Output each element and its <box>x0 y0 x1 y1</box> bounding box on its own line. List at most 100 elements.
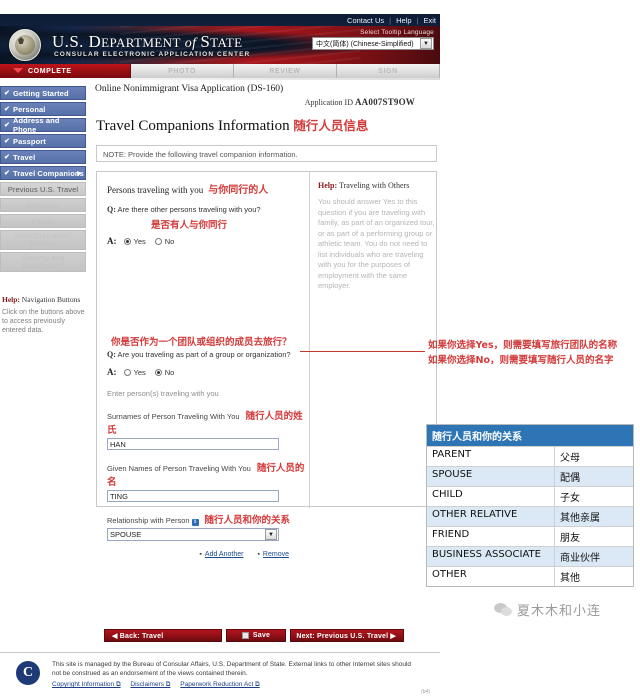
back-button[interactable]: ◀ Back: Travel <box>104 629 222 642</box>
caret-down-icon <box>13 68 23 73</box>
table-row: BUSINESS ASSOCIATE 商业伙伴 <box>427 546 633 566</box>
tab-complete[interactable]: COMPLETE <box>0 64 131 78</box>
sidebar-item-personal[interactable]: ✔ Personal <box>0 102 86 116</box>
relationship-en: OTHER <box>427 567 555 586</box>
next-button[interactable]: Next: Previous U.S. Travel ▶ <box>290 629 404 642</box>
progress-tabs: COMPLETE PHOTO REVIEW SIGN <box>0 64 440 78</box>
help-title: Help: Traveling with Others <box>318 181 436 191</box>
relationship-cn: 父母 <box>560 453 580 464</box>
add-another-group[interactable]: ▪ Add Another <box>199 551 243 558</box>
paperwork-reduction-act-link[interactable]: Paperwork Reduction Act ⧉ <box>180 681 259 688</box>
check-icon: ✔ <box>4 154 10 161</box>
tab-review-label: REVIEW <box>269 67 301 75</box>
table-row: FRIEND 朋友 <box>427 526 633 546</box>
table-row: OTHER 其他 <box>427 566 633 586</box>
remove-link[interactable]: Remove <box>263 551 289 558</box>
wechat-watermark: 夏木木和小连 <box>494 600 601 619</box>
sidebar-item-passport[interactable]: ✔ Passport <box>0 134 86 148</box>
sidebar-nav: ✔ Getting Started ✔ Personal ✔ Address a… <box>0 86 88 274</box>
enter-persons-hint: Enter person(s) traveling with you <box>107 389 219 398</box>
radio-yes-q1[interactable] <box>123 237 131 245</box>
chevron-down-icon[interactable]: ▼ <box>265 529 277 540</box>
given-names-label-en: Given Names of Person Traveling With You <box>107 464 251 473</box>
bullet-icon: ▪ <box>257 551 260 558</box>
sidebar-help-title: Help: Navigation Buttons <box>2 295 88 304</box>
radio-no-q1-label: No <box>164 236 175 246</box>
language-selected-value: 中文(简体) (Chinese-Simplified) <box>316 40 414 48</box>
given-names-input[interactable]: TING <box>107 490 279 502</box>
wechat-account-name: 夏木木和小连 <box>517 604 602 619</box>
surname-input[interactable]: HAN <box>107 438 279 450</box>
answer-1-row: A: Yes No <box>107 236 309 246</box>
surname-input-value: HAN <box>110 439 126 449</box>
disclaimers-link[interactable]: Disclaimers ⧉ <box>130 681 170 688</box>
form-help-column: Help: Traveling with Others You should a… <box>311 172 444 292</box>
sidebar-item-label: Getting Started <box>12 88 69 98</box>
radio-no-q1[interactable] <box>154 237 162 245</box>
sidebar-item-label: Additional <box>26 200 60 210</box>
browser-page: Contact Us | Help | Exit U.S. DEPARTMENT… <box>0 14 440 700</box>
application-id-value: AA007ST9OW <box>354 97 415 107</box>
form-column-divider <box>309 172 310 508</box>
radio-yes-q1-label: Yes <box>133 236 146 246</box>
save-button[interactable]: Save <box>226 629 286 642</box>
contact-us-link[interactable]: Contact Us <box>347 16 384 25</box>
relationship-table-header: 随行人员和你的关系 <box>427 425 633 446</box>
consular-affairs-seal-icon: C <box>16 661 40 685</box>
add-remove-row: ▪ Add Another ▪ Remove <box>107 551 289 558</box>
radio-yes-q2-label: Yes <box>133 367 146 377</box>
footer-text: This site is managed by the Bureau of Co… <box>52 661 412 677</box>
tab-photo[interactable]: PHOTO <box>131 64 234 78</box>
sidebar-item-label: Address and Phone <box>12 116 60 134</box>
section-label-cn-annotation: 与你同行的人 <box>208 185 269 196</box>
exit-link[interactable]: Exit <box>423 16 436 25</box>
help-link[interactable]: Help <box>396 16 411 25</box>
sidebar-help-title-prefix: Help: <box>2 295 20 304</box>
sidebar-item-address-and-phone[interactable]: ✔ Address and Phone <box>0 116 86 134</box>
sidebar-item-travel-companions[interactable]: ✔ Travel Companions <box>0 166 86 180</box>
add-another-link[interactable]: Add Another <box>205 551 244 558</box>
radio-no-q2[interactable] <box>154 368 162 376</box>
check-icon: ✔ <box>4 106 10 113</box>
help-title-prefix: Help: <box>318 181 338 190</box>
remove-group[interactable]: ▪ Remove <box>257 551 289 558</box>
relationship-en: CHILD <box>427 487 555 506</box>
relationship-en: PARENT <box>427 447 555 466</box>
relationship-cn: 其他亲属 <box>560 513 600 524</box>
radio-yes-q2[interactable] <box>123 368 131 376</box>
sidebar-item-previous-us-travel[interactable]: Previous U.S. Travel <box>0 182 86 196</box>
copyright-information-link[interactable]: Copyright Information ⧉ <box>52 681 121 688</box>
sidebar-help-title-rest: Navigation Buttons <box>19 295 81 304</box>
relationship-selected-value: SPOUSE <box>110 530 142 539</box>
sidebar-item-security-and-background: Security and Background <box>0 252 86 272</box>
sidebar-item-travel[interactable]: ✔ Travel <box>0 150 86 164</box>
question-1-text: Are there other persons traveling with y… <box>115 205 261 214</box>
tab-complete-label: COMPLETE <box>28 67 72 75</box>
relationship-label: Relationship with Person i 随行人员和你的关系 <box>107 512 309 526</box>
relationship-select[interactable]: SPOUSE ▼ <box>107 528 279 541</box>
top-links: Contact Us | Help | Exit <box>347 14 436 26</box>
application-id-label: Application ID <box>304 98 355 107</box>
save-button-label: Save <box>252 632 271 639</box>
check-icon: ✔ <box>4 138 10 145</box>
chevron-down-icon[interactable]: ▼ <box>420 38 432 49</box>
section-label: Persons traveling with you 与你同行的人 <box>107 181 309 196</box>
department-name: U.S. DEPARTMENT of STATE <box>52 32 243 51</box>
tooltip-language-select[interactable]: 中文(简体) (Chinese-Simplified) ▼ <box>312 37 434 50</box>
relationship-label-cn-annotation: 随行人员和你的关系 <box>204 515 291 526</box>
tab-review[interactable]: REVIEW <box>234 64 337 78</box>
surname-label: Surnames of Person Traveling With You 随行人… <box>107 408 309 436</box>
application-id: Application ID AA007ST9OW <box>92 97 415 107</box>
relationship-en: BUSINESS ASSOCIATE <box>427 547 555 566</box>
answer-2-prefix: A: <box>107 367 117 377</box>
link-separator: | <box>416 15 419 25</box>
question-2-text: Are you traveling as part of a group or … <box>115 350 291 359</box>
sidebar-item-family: Family <box>0 214 86 228</box>
check-icon: ✔ <box>4 90 10 97</box>
table-row: SPOUSE 配偶 <box>427 466 633 486</box>
relationship-cn: 其他 <box>560 573 580 584</box>
info-icon[interactable]: i <box>191 519 199 526</box>
tab-sign[interactable]: SIGN <box>337 64 440 78</box>
sidebar-item-label: Passport <box>12 136 46 146</box>
sidebar-item-getting-started[interactable]: ✔ Getting Started <box>0 86 86 100</box>
